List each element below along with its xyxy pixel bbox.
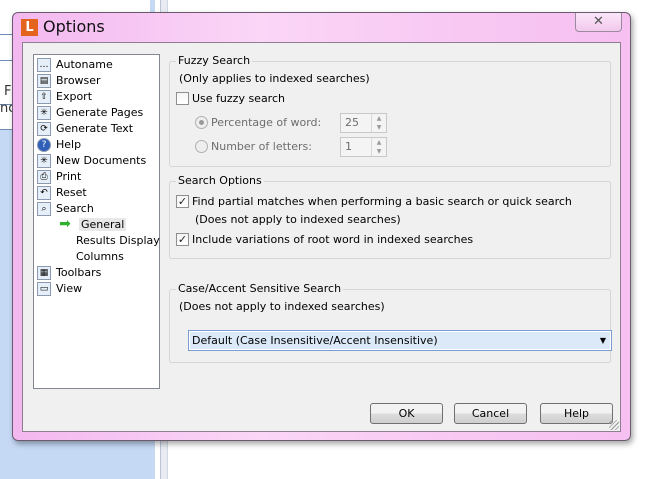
- partial-matches-note: (Does not apply to indexed searches): [195, 213, 401, 226]
- group-title: Case/Accent Sensitive Search: [176, 282, 344, 295]
- percentage-value: 25: [345, 116, 359, 129]
- partial-matches-label: Find partial matches when performing a b…: [192, 195, 572, 208]
- root-variations-label: Include variations of root word in index…: [192, 233, 474, 246]
- dropdown-value: Default (Case Insensitive/Accent Insensi…: [192, 334, 438, 347]
- view-icon: ▭: [37, 282, 51, 296]
- tree-item-search[interactable]: ⌕ Search: [37, 201, 94, 217]
- spin-down-icon[interactable]: ▼: [372, 147, 386, 156]
- resize-grip[interactable]: [609, 420, 619, 430]
- case-sensitive-group: Case/Accent Sensitive Search (Does not a…: [169, 282, 611, 363]
- ok-button[interactable]: OK: [370, 403, 443, 424]
- root-variations-checkbox[interactable]: ✓: [176, 233, 189, 246]
- tree-item-reset[interactable]: ↶ Reset: [37, 185, 87, 201]
- tree-item-label: Results Display: [76, 234, 160, 247]
- browser-icon: ▤: [37, 74, 51, 88]
- tree-item-generate-text[interactable]: ⟳ Generate Text: [37, 121, 133, 137]
- tree-item-label: Toolbars: [56, 266, 102, 279]
- percentage-label: Percentage of word:: [211, 116, 322, 129]
- tree-item-toolbars[interactable]: ▦ Toolbars: [37, 265, 101, 281]
- generate-text-icon: ⟳: [37, 122, 51, 136]
- cancel-button[interactable]: Cancel: [454, 403, 527, 424]
- tree-item-autoname[interactable]: … Autoname: [37, 57, 113, 73]
- background-text: F: [4, 84, 12, 99]
- tree-item-browser[interactable]: ▤ Browser: [37, 73, 101, 89]
- tree-item-export[interactable]: ⇧ Export: [37, 89, 92, 105]
- use-fuzzy-label: Use fuzzy search: [192, 92, 285, 105]
- spin-arrows[interactable]: ▲ ▼: [371, 114, 386, 132]
- letters-radio[interactable]: [195, 140, 208, 153]
- reset-icon: ↶: [37, 186, 51, 200]
- options-tree[interactable]: … Autoname ▤ Browser ⇧ Export ✳ Generate Pages ⟳…: [33, 54, 160, 389]
- percentage-radio[interactable]: [195, 116, 208, 129]
- tree-item-results-display[interactable]: Results Display: [76, 233, 160, 249]
- spin-up-icon[interactable]: ▲: [372, 138, 386, 147]
- partial-matches-checkbox[interactable]: ✓: [176, 195, 189, 208]
- tree-item-label: Browser: [56, 74, 101, 87]
- fuzzy-note: (Only applies to indexed searches): [179, 72, 370, 85]
- tree-item-label: Help: [56, 138, 82, 151]
- tree-item-label: General: [79, 218, 127, 231]
- percentage-spinner[interactable]: 25 ▲ ▼: [340, 113, 387, 133]
- tree-item-label: Export: [56, 90, 93, 103]
- tree-item-label: New Documents: [56, 154, 147, 167]
- tree-item-label: Print: [56, 170, 82, 183]
- fuzzy-search-group: Fuzzy Search (Only applies to indexed se…: [169, 54, 611, 167]
- app-logo-icon: L: [21, 19, 38, 36]
- group-title: Search Options: [176, 174, 264, 187]
- dialog-client: … Autoname ▤ Browser ⇧ Export ✳ Generate Pages ⟳…: [22, 42, 621, 432]
- tree-item-help[interactable]: ? Help: [37, 137, 81, 153]
- tree-item-print[interactable]: ⎙ Print: [37, 169, 81, 185]
- tree-item-label: Generate Pages: [56, 106, 144, 119]
- search-icon: ⌕: [37, 202, 51, 216]
- help-button[interactable]: Help: [540, 403, 613, 424]
- print-icon: ⎙: [37, 170, 51, 184]
- spin-arrows[interactable]: ▲ ▼: [371, 138, 386, 156]
- tree-item-general[interactable]: ➡ General: [56, 216, 127, 233]
- tree-item-new-documents[interactable]: ✳ New Documents: [37, 153, 146, 169]
- search-options-group: Search Options ✓ Find partial matches wh…: [169, 174, 611, 259]
- close-button[interactable]: ✕: [575, 13, 622, 32]
- tree-item-label: Columns: [76, 250, 124, 263]
- help-icon: ?: [37, 138, 51, 152]
- tree-item-label: Search: [56, 202, 94, 215]
- tree-item-columns[interactable]: Columns: [76, 249, 124, 265]
- autoname-icon: …: [37, 58, 51, 72]
- letters-spinner[interactable]: 1 ▲ ▼: [340, 137, 387, 157]
- tree-item-label: Reset: [56, 186, 87, 199]
- letters-label: Number of letters:: [211, 140, 312, 153]
- dialog-title: Options: [43, 17, 105, 36]
- spin-up-icon[interactable]: ▲: [372, 114, 386, 123]
- export-icon: ⇧: [37, 90, 51, 104]
- generate-pages-icon: ✳: [37, 106, 51, 120]
- toolbars-icon: ▦: [37, 266, 51, 280]
- use-fuzzy-checkbox[interactable]: [176, 92, 189, 105]
- new-documents-icon: ✳: [37, 154, 51, 168]
- case-note: (Does not apply to indexed searches): [179, 300, 385, 313]
- options-dialog: L Options ✕ … Autoname ▤ Browser ⇧ Export ✳ Gen…: [12, 12, 631, 441]
- tree-item-label: Autoname: [56, 58, 113, 71]
- spin-down-icon[interactable]: ▼: [372, 123, 386, 132]
- letters-value: 1: [345, 140, 352, 153]
- tree-item-view[interactable]: ▭ View: [37, 281, 82, 297]
- tree-item-generate-pages[interactable]: ✳ Generate Pages: [37, 105, 143, 121]
- tree-item-label: View: [56, 282, 83, 295]
- case-sensitivity-dropdown[interactable]: Default (Case Insensitive/Accent Insensi…: [188, 330, 612, 351]
- green-arrow-icon: ➡: [59, 216, 71, 232]
- chevron-down-icon: ▼: [599, 336, 606, 345]
- tree-item-label: Generate Text: [56, 122, 134, 135]
- group-title: Fuzzy Search: [176, 54, 253, 67]
